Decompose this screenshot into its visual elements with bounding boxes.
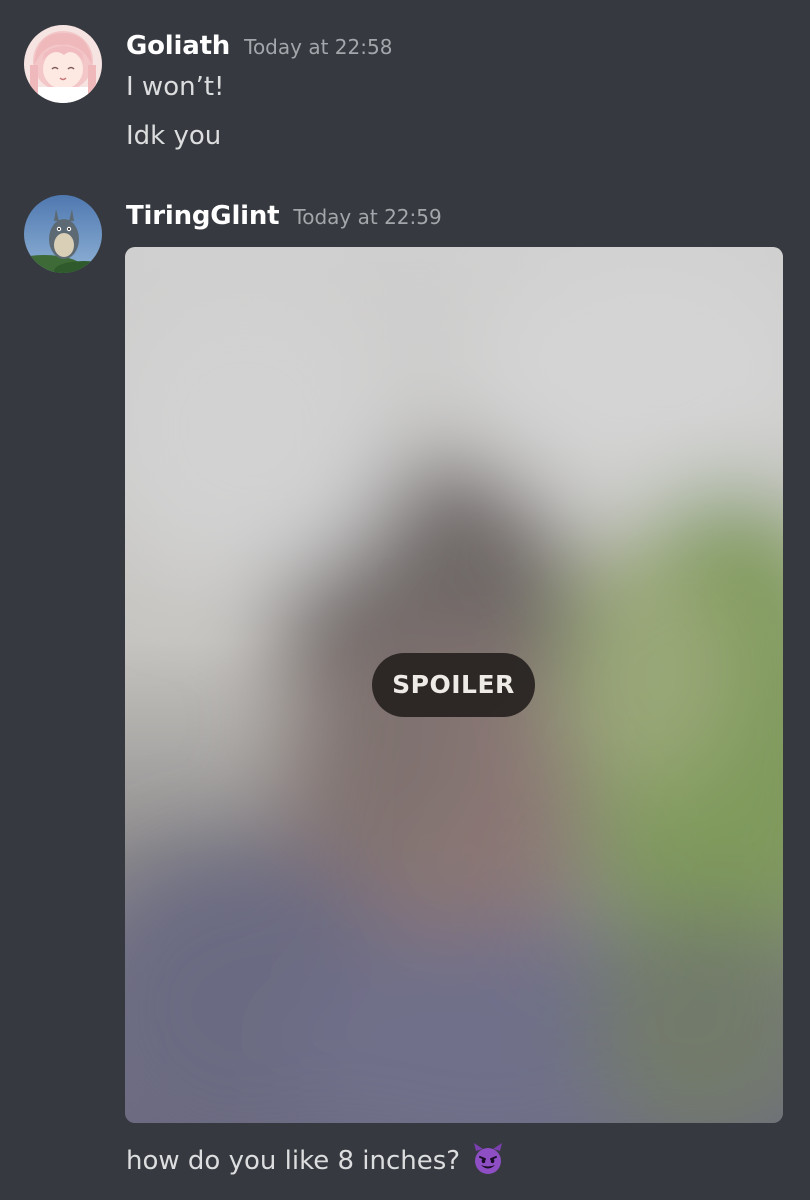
message-header: TiringGlint Today at 22:59 — [126, 201, 442, 231]
totoro-avatar-image — [24, 195, 102, 273]
username[interactable]: Goliath — [126, 31, 230, 61]
message-header: Goliath Today at 22:58 — [126, 31, 392, 61]
message-text-content: how do you like 8 inches? — [126, 1146, 461, 1176]
avatar-goliath[interactable] — [24, 25, 102, 103]
anime-girl-avatar-image — [24, 25, 102, 103]
message-text: Idk you — [126, 121, 222, 151]
smiling-imp-emoji-icon — [472, 1143, 504, 1182]
message-text: how do you like 8 inches? — [126, 1143, 504, 1182]
avatar-tiringglint[interactable] — [24, 195, 102, 273]
message-text: I won’t! — [126, 72, 225, 102]
spoiler-badge[interactable]: SPOILER — [372, 653, 535, 717]
username[interactable]: TiringGlint — [126, 201, 280, 231]
timestamp: Today at 22:58 — [244, 35, 393, 59]
timestamp: Today at 22:59 — [293, 205, 442, 229]
